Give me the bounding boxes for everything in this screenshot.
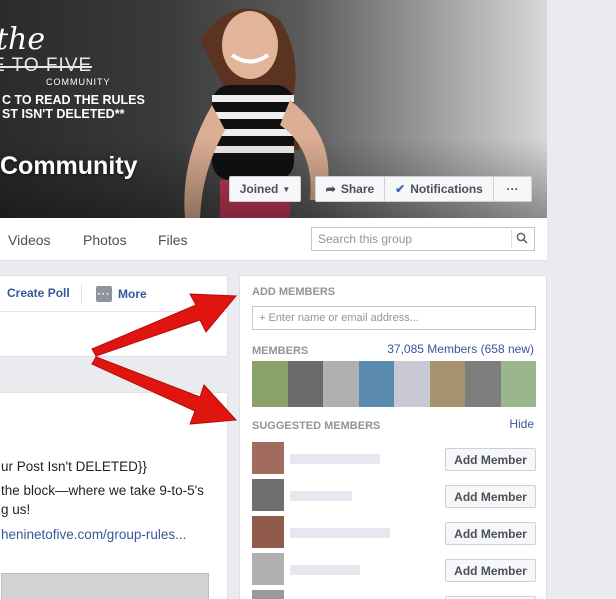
avatar[interactable] <box>358 361 394 407</box>
search-placeholder: Search this group <box>318 232 413 246</box>
joined-label: Joined <box>239 182 279 196</box>
suggested-member-row: Add Member <box>252 442 536 474</box>
logo-text-the: the <box>0 22 46 57</box>
cover-action-group: ➦ Share ✔ Notifications ··· <box>315 176 532 202</box>
avatar[interactable] <box>252 479 284 511</box>
more-dots-icon: ··· <box>506 182 519 196</box>
hide-suggestions-link[interactable]: Hide <box>509 417 534 431</box>
avatar[interactable] <box>465 361 501 407</box>
add-member-input[interactable]: + Enter name or email address... <box>252 306 536 330</box>
toolbar-divider <box>81 284 82 304</box>
composer-more-button[interactable]: ··· More <box>96 286 147 302</box>
post-rules-link[interactable]: heninetofive.com/group-rules... <box>1 527 186 542</box>
post-attachment-image[interactable] <box>1 573 209 599</box>
share-button[interactable]: ➦ Share <box>316 177 385 201</box>
cover-rules-text-1: C TO READ THE RULES <box>2 93 145 107</box>
post-composer: Create Poll ··· More <box>0 275 228 357</box>
add-member-placeholder: + Enter name or email address... <box>259 312 419 324</box>
avatar[interactable] <box>252 516 284 548</box>
avatar[interactable] <box>500 361 536 407</box>
avatar[interactable] <box>252 553 284 585</box>
share-arrow-icon: ➦ <box>325 182 336 196</box>
suggested-member-row: Add Member <box>252 479 536 511</box>
add-member-button[interactable]: Add Member <box>445 485 536 508</box>
suggested-members-title: SUGGESTED MEMBERS <box>252 420 381 432</box>
tab-photos[interactable]: Photos <box>83 232 127 248</box>
suggested-member-name[interactable] <box>290 565 360 575</box>
add-member-button[interactable]: Add Member <box>445 522 536 545</box>
search-icon[interactable] <box>516 232 528 244</box>
pinned-post: ur Post Isn't DELETED}} the block—where … <box>0 392 228 599</box>
chevron-down-icon: ▼ <box>282 184 291 194</box>
post-text-line-3: g us! <box>1 502 31 517</box>
create-poll-button[interactable]: Create Poll <box>7 286 70 300</box>
suggested-member-row: Add Member <box>252 553 536 585</box>
suggested-member-name[interactable] <box>290 491 352 501</box>
composer-more-label: More <box>118 287 147 301</box>
members-title: MEMBERS <box>252 345 309 357</box>
composer-toolbar: Create Poll ··· More <box>0 276 227 312</box>
avatar[interactable] <box>252 442 284 474</box>
avatar[interactable] <box>287 361 323 407</box>
tab-files[interactable]: Files <box>158 232 188 248</box>
logo-text-community: COMMUNITY <box>46 77 111 87</box>
add-member-button[interactable]: Add Member <box>445 559 536 582</box>
tab-videos[interactable]: Videos <box>8 232 51 248</box>
notifications-button[interactable]: ✔ Notifications <box>385 177 494 201</box>
add-member-button[interactable]: Add Member <box>445 448 536 471</box>
create-poll-label: Create Poll <box>7 286 70 300</box>
group-search-input[interactable]: Search this group <box>311 227 535 251</box>
post-text-line-2: the block—where we take 9-to-5's <box>1 483 204 498</box>
avatar[interactable] <box>394 361 430 407</box>
members-sidebar: ADD MEMBERS + Enter name or email addres… <box>239 275 547 599</box>
checkmark-icon: ✔ <box>395 182 406 196</box>
suggested-member-name[interactable] <box>290 528 390 538</box>
notifications-label: Notifications <box>410 182 483 196</box>
more-options-button[interactable]: ··· <box>494 177 531 201</box>
avatar[interactable] <box>252 590 284 599</box>
members-count-link[interactable]: 37,085 Members (658 new) <box>387 342 534 356</box>
group-cover-photo: the E TO FIVE COMMUNITY C TO READ THE RU… <box>0 0 547 218</box>
suggested-member-row: Add Member <box>252 516 536 548</box>
share-label: Share <box>340 182 375 196</box>
search-divider <box>511 230 512 248</box>
suggested-member-row <box>252 590 536 599</box>
more-icon: ··· <box>96 286 112 302</box>
suggested-member-name[interactable] <box>290 454 380 464</box>
group-name[interactable]: Community <box>0 152 138 181</box>
logo-strikethrough <box>0 66 92 68</box>
post-text-line-1: ur Post Isn't DELETED}} <box>1 459 147 474</box>
avatar[interactable] <box>323 361 359 407</box>
group-nav-bar: Videos Photos Files Search this group <box>0 218 547 261</box>
avatar[interactable] <box>252 361 288 407</box>
joined-button[interactable]: Joined ▼ <box>229 176 301 202</box>
cover-rules-text-2: ST ISN'T DELETED** <box>2 107 125 121</box>
member-avatar-strip <box>252 361 536 407</box>
avatar[interactable] <box>429 361 465 407</box>
add-members-title: ADD MEMBERS <box>252 286 336 298</box>
